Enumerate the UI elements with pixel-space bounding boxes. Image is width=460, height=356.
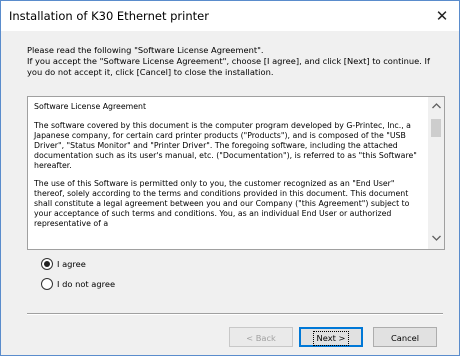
back-button-label: < Back	[246, 333, 276, 343]
license-textbox[interactable]: Software License Agreement The software …	[27, 96, 445, 250]
agree-radio-circle[interactable]	[41, 258, 53, 270]
license-paragraph-1: The software covered by this document is…	[34, 120, 417, 170]
intro-text: Please read the following "Software Lice…	[27, 45, 430, 77]
disagree-radio-label[interactable]: I do not agree	[57, 277, 115, 291]
license-scrollbar[interactable]	[428, 97, 444, 249]
close-icon[interactable]: ✕	[431, 5, 453, 27]
installer-window: Installation of K30 Ethernet printer ✕ P…	[0, 0, 460, 356]
cancel-button[interactable]: Cancel	[373, 327, 437, 347]
scrollbar-thumb[interactable]	[431, 119, 441, 137]
back-button[interactable]: < Back	[229, 327, 293, 347]
next-button-label: Next >	[312, 331, 350, 346]
license-paragraph-2: The use of this Software is permitted on…	[34, 179, 410, 229]
next-button[interactable]: Next >	[299, 327, 363, 347]
disagree-radio-circle[interactable]	[41, 278, 53, 290]
window-title: Installation of K30 Ethernet printer	[9, 9, 209, 23]
cancel-button-label: Cancel	[390, 333, 420, 343]
chevron-up-icon[interactable]	[428, 99, 444, 115]
button-separator	[27, 313, 443, 315]
license-text: Software License Agreement The software …	[34, 102, 424, 238]
agree-radio-label[interactable]: I agree	[57, 257, 86, 271]
chevron-down-icon[interactable]	[428, 231, 444, 247]
license-heading: Software License Agreement	[34, 102, 147, 111]
radio-selected-dot	[44, 261, 50, 267]
title-bar: Installation of K30 Ethernet printer ✕	[1, 1, 459, 31]
